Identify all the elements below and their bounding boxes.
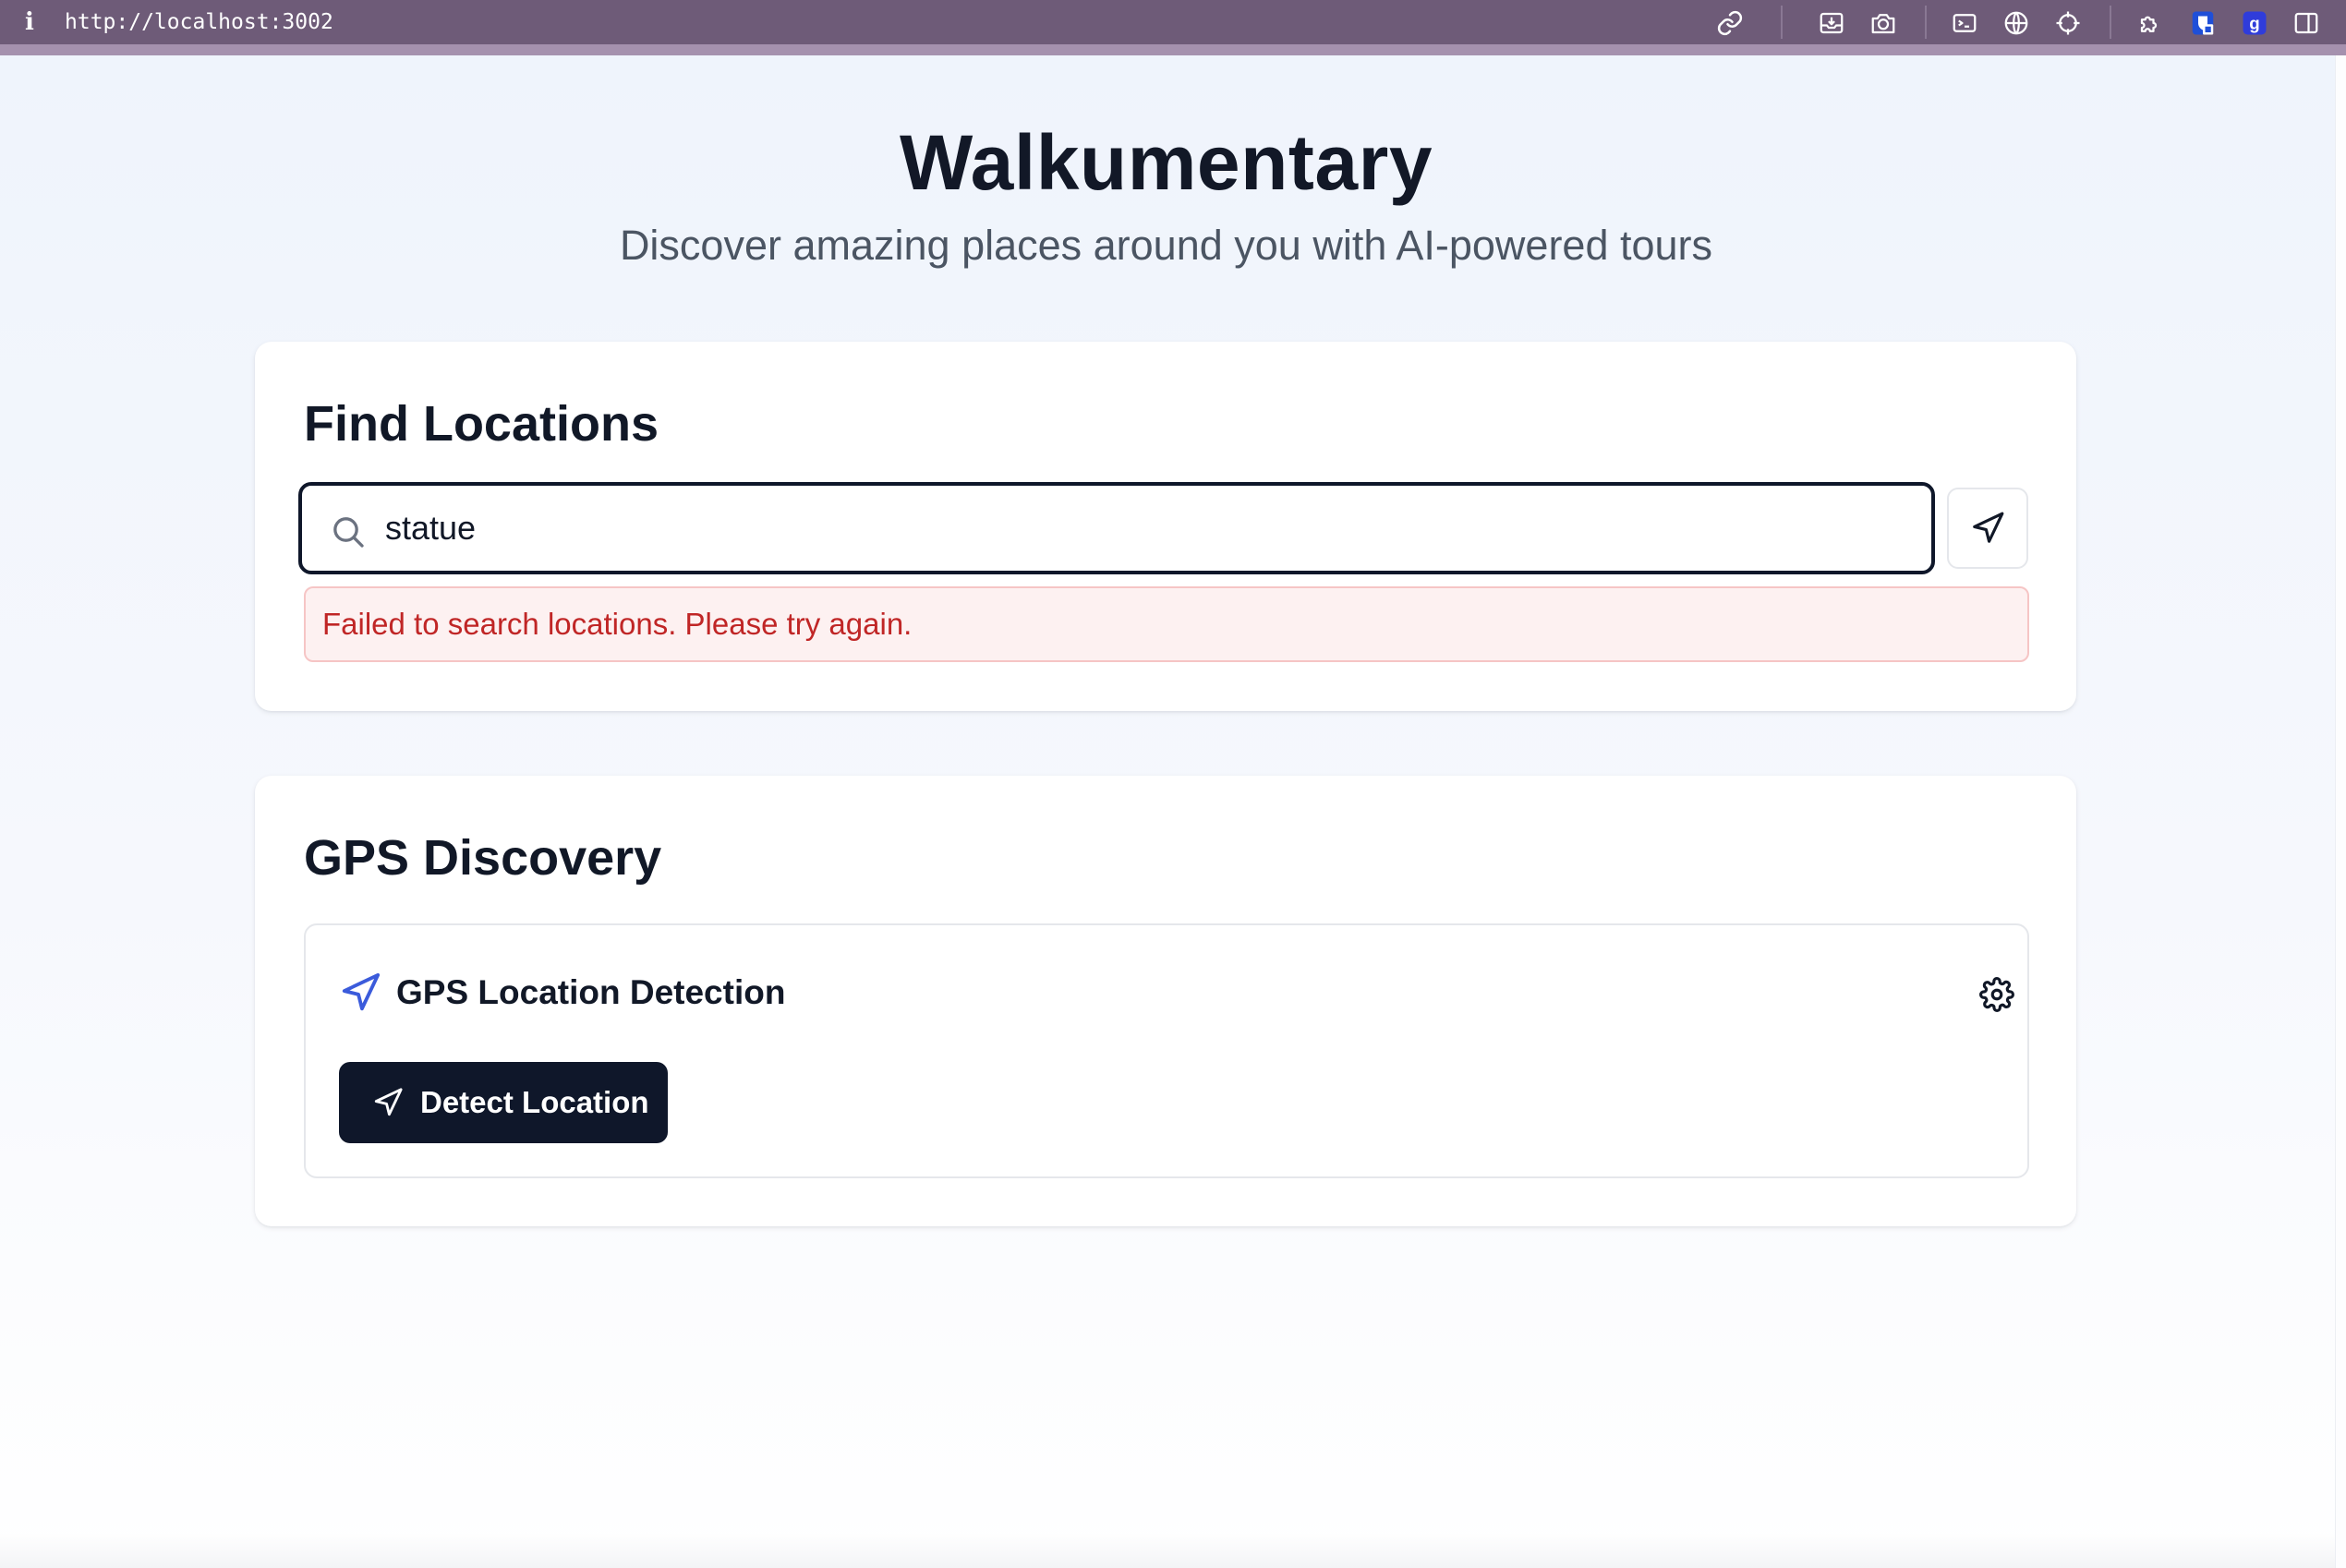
gps-panel-title: GPS Location Detection [396,973,786,1011]
detect-location-label: Detect Location [420,1085,649,1119]
globe-icon[interactable] [2001,7,2032,39]
navigation-arrow-icon [374,1088,403,1116]
inbox-download-icon[interactable] [1816,7,1847,39]
toolbar-divider [1925,6,1927,39]
bitwarden-shield-icon[interactable] [2187,7,2219,39]
find-locations-card: Find Locations Failed to search location… [255,342,2076,711]
svg-text:g: g [2249,13,2259,32]
search-field[interactable] [298,482,1935,574]
toolbar-accent-strip [0,44,2346,55]
search-error-alert: Failed to search locations. Please try a… [304,586,2029,662]
gps-discovery-card: GPS Discovery GPS Location Detection Det… [255,776,2076,1226]
camera-icon[interactable] [1868,7,1899,39]
terminal-icon[interactable] [1949,7,1980,39]
crosshair-icon[interactable] [2052,7,2084,39]
link-icon[interactable] [1714,7,1746,39]
g-extension-icon[interactable]: g [2239,7,2270,39]
page-title: Walkumentary [899,119,1433,206]
find-locations-title: Find Locations [304,396,659,452]
use-my-location-button[interactable] [1947,488,2028,569]
navigation-arrow-icon [342,972,381,1011]
extension-puzzle-icon[interactable] [2135,7,2167,39]
detect-location-button[interactable]: Detect Location [339,1062,668,1143]
toolbar-divider [1781,6,1783,39]
gps-detection-panel: GPS Location Detection Detect Location [304,923,2029,1178]
navigation-arrow-icon [1973,512,2004,543]
site-info-icon[interactable]: i [18,9,41,35]
bottom-edge-shade [0,1533,2335,1568]
page-subtitle: Discover amazing places around you with … [619,222,1713,269]
search-input[interactable] [385,502,1918,554]
search-icon [333,517,364,548]
scrollbar[interactable] [2335,55,2346,1568]
toolbar-divider [2110,6,2111,39]
settings-gear-icon[interactable] [1979,977,2014,1012]
address-bar[interactable]: http://localhost:3002 [65,9,333,35]
browser-toolbar: i http://localhost:3002 g [0,0,2346,44]
search-error-message: Failed to search locations. Please try a… [322,607,913,641]
sidebar-toggle-icon[interactable] [2291,7,2322,39]
gps-discovery-title: GPS Discovery [304,830,662,886]
